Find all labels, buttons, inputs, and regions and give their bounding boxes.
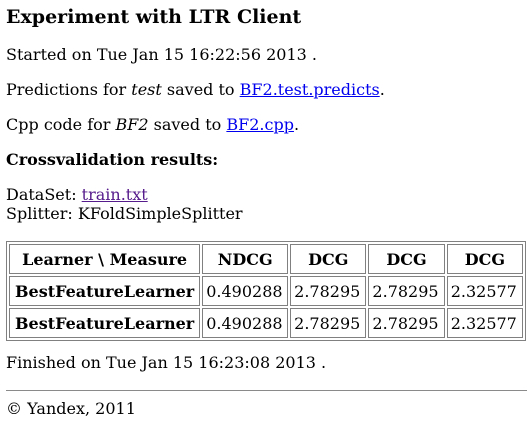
column-header-learner: Learner \ Measure (9, 244, 201, 274)
predictions-line: Predictions for test saved to BF2.test.p… (6, 80, 385, 100)
dcg-cell: 2.32577 (446, 276, 523, 306)
cpp-prefix: Cpp code for (6, 115, 116, 134)
started-text: Started on Tue Jan 15 16:22:56 2013 . (6, 45, 317, 64)
dcg-cell: 2.78295 (290, 276, 367, 306)
ndcg-cell: 0.490288 (202, 276, 289, 306)
finished-text: Finished on Tue Jan 15 16:23:08 2013 . (6, 353, 327, 372)
cpp-file-link[interactable]: BF2.cpp (226, 115, 294, 134)
predictions-set-name: test (131, 80, 162, 99)
cpp-model-name: BF2 (115, 115, 149, 134)
dcg-cell: 2.78295 (368, 308, 445, 338)
table-row: BestFeatureLearner 0.490288 2.78295 2.78… (9, 276, 523, 306)
column-header-dcg-3: DCG (446, 244, 523, 274)
learner-cell: BestFeatureLearner (9, 308, 201, 338)
column-header-dcg-2: DCG (368, 244, 445, 274)
dcg-cell: 2.78295 (368, 276, 445, 306)
predictions-file-link[interactable]: BF2.test.predicts (240, 80, 380, 99)
dcg-cell: 2.32577 (446, 308, 523, 338)
footer-divider (6, 390, 527, 391)
results-table: Learner \ Measure NDCG DCG DCG DCG BestF… (6, 241, 526, 341)
crossvalidation-heading: Crossvalidation results: (6, 150, 219, 169)
table-header-row: Learner \ Measure NDCG DCG DCG DCG (9, 244, 523, 274)
dataset-line: DataSet: train.txt (6, 185, 148, 205)
cpp-suffix: . (293, 115, 300, 134)
table-row: BestFeatureLearner 0.490288 2.78295 2.78… (9, 308, 523, 338)
predictions-prefix: Predictions for (6, 80, 132, 99)
dataset-file-link[interactable]: train.txt (82, 185, 148, 204)
page-title: Experiment with LTR Client (6, 6, 302, 28)
predictions-suffix: . (379, 80, 385, 99)
column-header-dcg-1: DCG (290, 244, 367, 274)
cpp-mid: saved to (148, 115, 227, 134)
column-header-ndcg: NDCG (202, 244, 289, 274)
learner-cell: BestFeatureLearner (9, 276, 201, 306)
footer-copyright: © Yandex, 2011 (6, 399, 136, 418)
ndcg-cell: 0.490288 (202, 308, 289, 338)
dataset-label: DataSet: (6, 185, 82, 204)
cpp-line: Cpp code for BF2 saved to BF2.cpp. (6, 115, 299, 135)
dcg-cell: 2.78295 (290, 308, 367, 338)
predictions-mid: saved to (161, 80, 240, 99)
splitter-text: Splitter: KFoldSimpleSplitter (6, 204, 243, 223)
